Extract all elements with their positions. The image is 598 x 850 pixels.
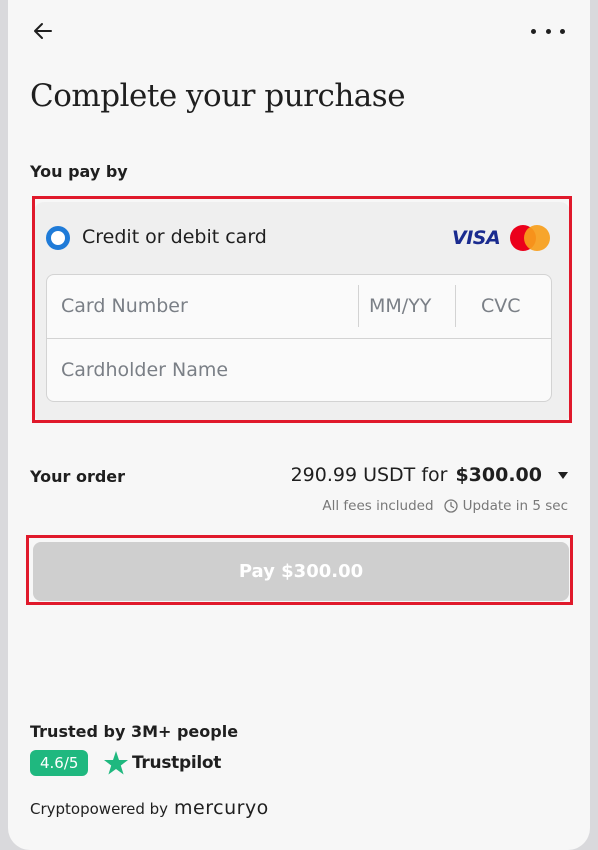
page-title: Complete your purchase — [30, 78, 406, 114]
trustpilot-star-icon — [104, 751, 128, 775]
pay-button[interactable]: Pay $300.00 — [33, 542, 569, 601]
rating-badge: 4.6/5 — [30, 750, 89, 776]
card-form — [46, 274, 552, 402]
expiry-input[interactable] — [369, 295, 453, 317]
more-options-button[interactable] — [528, 18, 568, 44]
fees-row: All fees included Update in 5 sec — [322, 498, 568, 514]
order-label: Your order — [30, 467, 126, 486]
trustpilot-logo[interactable]: Trustpilot — [103, 750, 221, 776]
card-payment-option[interactable]: Credit or debit card VISA — [34, 202, 570, 422]
trustpilot-label: Trustpilot — [132, 753, 222, 773]
divider — [358, 285, 359, 327]
chevron-down-icon — [558, 471, 568, 479]
visa-logo: VISA — [452, 227, 501, 249]
payment-method-label[interactable]: Credit or debit card — [82, 226, 267, 248]
fees-note: All fees included — [322, 498, 434, 514]
update-note: Update in 5 sec — [462, 498, 568, 514]
divider — [455, 285, 456, 327]
update-timer: Update in 5 sec — [443, 498, 568, 514]
order-amount-selector[interactable]: 290.99 USDT for $300.00 — [291, 464, 568, 486]
mastercard-icon — [510, 225, 552, 251]
powered-prefix: Cryptopowered by — [30, 800, 169, 818]
mercuryo-logo[interactable]: mercuryo — [174, 797, 269, 819]
radio-selected-icon[interactable] — [46, 226, 70, 250]
order-price: $300.00 — [455, 464, 542, 486]
clock-icon — [443, 499, 458, 513]
back-arrow-icon — [34, 23, 52, 39]
pay-by-label: You pay by — [30, 162, 128, 181]
card-number-input[interactable] — [61, 295, 351, 317]
trust-label: Trusted by 3M+ people — [30, 722, 239, 741]
more-icon — [531, 28, 536, 34]
order-amount: 290.99 USDT for — [290, 464, 448, 486]
cardholder-name-input[interactable] — [61, 359, 541, 381]
more-icon — [545, 28, 551, 34]
divider — [47, 338, 551, 339]
cvc-input[interactable] — [481, 295, 541, 317]
checkout-panel: Complete your purchase You pay by Credit… — [8, 0, 590, 850]
more-icon — [560, 28, 565, 34]
back-button[interactable] — [30, 18, 56, 44]
powered-by: Cryptopowered by mercuryo — [30, 797, 269, 819]
